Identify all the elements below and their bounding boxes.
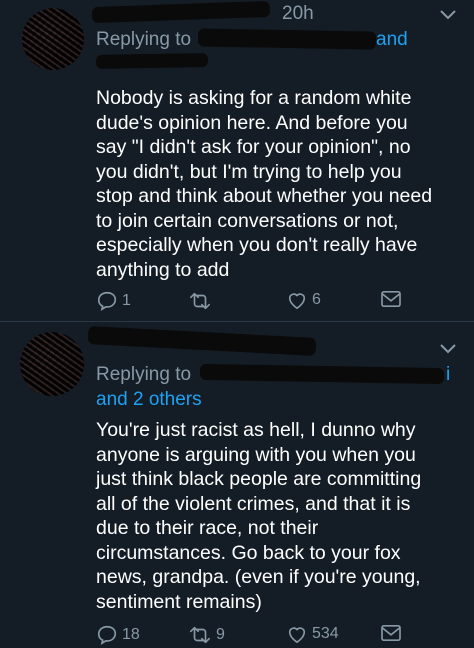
reply-button[interactable]: 1 [96,290,131,312]
tweet-actions: 1 6 [96,290,436,314]
redacted-name [91,0,271,24]
tweet-1[interactable]: 20h Replying to and Nobody is asking for… [0,0,474,321]
replying-to-suffix[interactable]: i [446,364,450,386]
chevron-down-icon[interactable] [438,342,458,356]
like-count: 6 [312,291,321,308]
replying-to-label: Replying to [96,364,192,385]
retweet-count: 9 [216,626,225,643]
avatar[interactable] [22,8,84,70]
reply-icon [97,625,117,646]
reply-count: 1 [122,292,131,309]
redacted-handles [199,363,445,385]
tweet-text: Nobody is asking for a random white dude… [96,87,433,281]
retweet-icon [190,292,210,310]
dm-button[interactable] [380,624,402,642]
replying-to: Replying to [96,364,191,386]
replying-to: Replying to [96,29,191,51]
reply-count: 18 [122,626,140,643]
retweet-icon [190,626,210,644]
replying-to-suffix[interactable]: and [376,29,408,51]
like-count: 534 [312,625,339,642]
like-button[interactable]: 6 [286,290,321,310]
avatar[interactable] [20,332,84,396]
like-button[interactable]: 534 [286,624,339,644]
heart-icon [288,627,306,643]
chevron-down-icon[interactable] [438,8,458,22]
envelope-icon [381,624,401,642]
reply-button[interactable]: 18 [96,624,140,646]
tweet-2[interactable]: Replying to i and 2 others You're just r… [0,322,474,648]
dm-button[interactable] [380,290,402,308]
reply-icon [97,291,117,312]
redacted-handle [95,53,209,69]
retweet-button[interactable]: 9 [188,624,225,646]
redacted-handles [197,28,377,50]
tweet-actions: 18 9 534 [96,624,436,648]
heart-icon [288,293,306,309]
replying-to-label: Replying to [96,29,192,50]
retweet-button[interactable] [188,290,216,312]
redacted-name [87,326,317,356]
tweet-text: You're just racist as hell, I dunno why … [96,419,422,613]
timestamp: 20h [282,3,314,24]
envelope-icon [381,290,401,308]
and-others-link[interactable]: and 2 others [96,389,202,411]
